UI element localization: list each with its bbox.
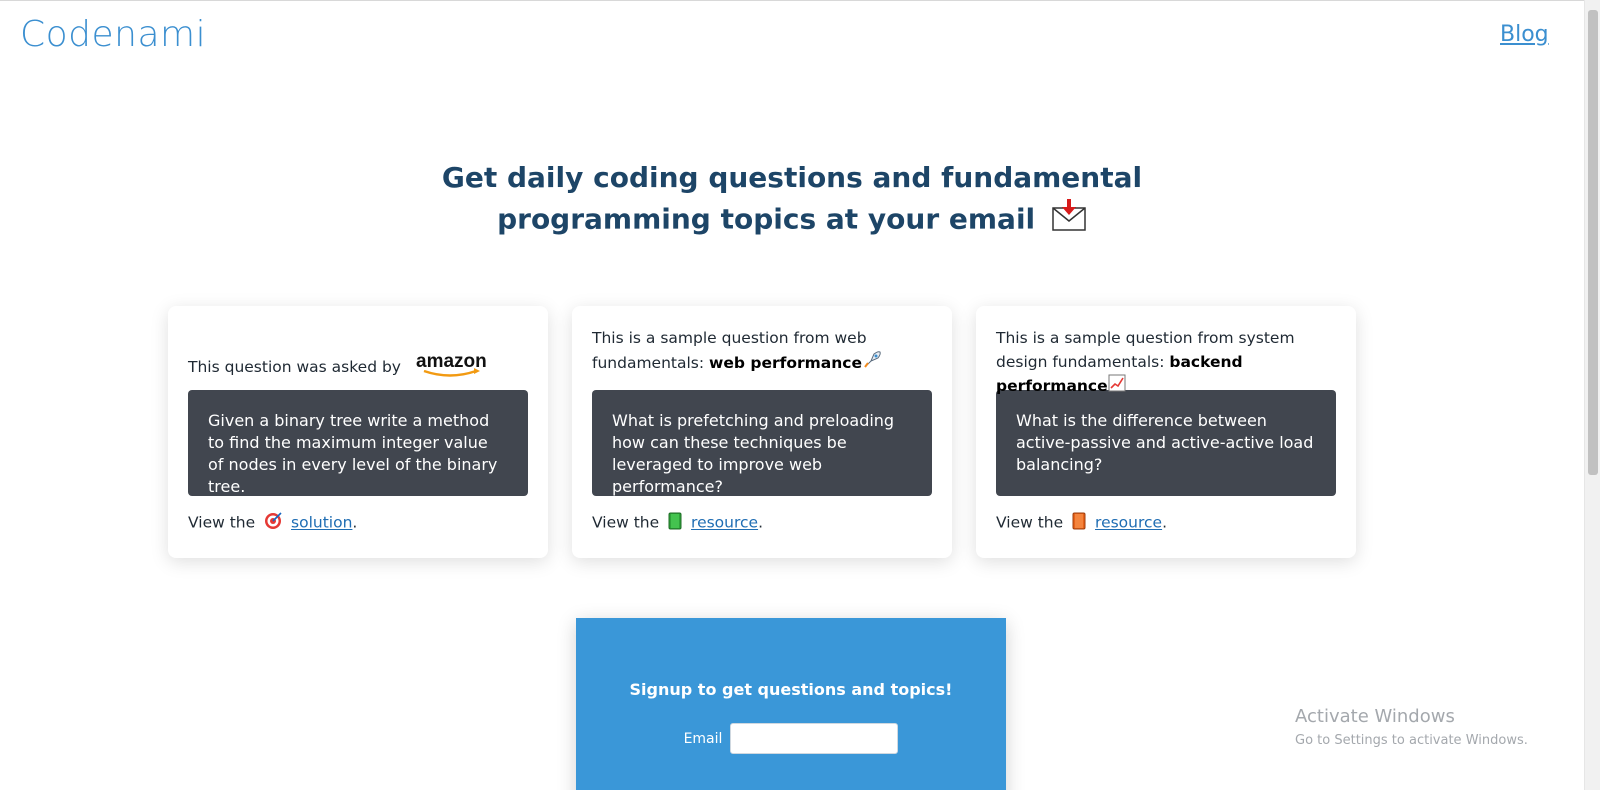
watermark-title: Activate Windows <box>1295 706 1455 727</box>
svg-text:amazon: amazon <box>416 351 487 372</box>
signup-title: Signup to get questions and topics! <box>629 680 953 699</box>
question-card-web-fundamentals: This is a sample question from web funda… <box>572 306 952 558</box>
topic-label: web performance <box>709 354 862 372</box>
hero-title-line-2: programming topics at your email <box>0 198 1584 243</box>
card-intro: This is a sample question from system de… <box>996 326 1336 395</box>
email-label: Email <box>683 730 723 747</box>
email-input[interactable] <box>730 723 899 754</box>
windows-activation-watermark: Activate Windows Go to Settings to activ… <box>1295 706 1528 748</box>
question-box: What is prefetching and preloading how c… <box>592 390 932 496</box>
view-prefix: View the <box>592 513 660 532</box>
card-intro-text: This is a sample question from system de… <box>996 329 1295 371</box>
watermark-subtitle: Go to Settings to activate Windows. <box>1295 733 1528 748</box>
rocket-icon <box>862 350 882 377</box>
card-intro-text: This question was asked by <box>188 358 401 376</box>
question-card-system-design: This is a sample question from system de… <box>976 306 1356 558</box>
view-resource-line: View the resource. <box>592 512 932 534</box>
solution-link[interactable]: solution <box>291 514 352 532</box>
scrollbar-thumb[interactable] <box>1588 10 1598 475</box>
hero-title-line-2-text: programming topics at your email <box>497 202 1036 236</box>
resource-link[interactable]: resource <box>1095 514 1162 532</box>
vertical-scrollbar[interactable] <box>1584 0 1600 790</box>
blog-link[interactable]: Blog <box>1500 22 1549 47</box>
question-box: What is the difference between active-pa… <box>996 390 1336 496</box>
question-card-amazon: This question was asked by amazon Given … <box>168 306 548 558</box>
green-book-icon <box>668 512 682 534</box>
hero-heading: Get daily coding questions and fundament… <box>0 158 1584 243</box>
hero-title-line-1: Get daily coding questions and fundament… <box>441 161 1143 194</box>
top-border <box>0 0 1584 1</box>
chart-increasing-icon <box>1108 374 1126 399</box>
brand-logo[interactable]: Codenami <box>20 14 206 55</box>
orange-book-icon <box>1072 512 1086 534</box>
view-resource-line: View the resource. <box>996 512 1336 534</box>
card-intro: This is a sample question from web funda… <box>592 326 932 382</box>
card-intro: This question was asked by amazon <box>188 326 528 382</box>
question-box: Given a binary tree write a method to fi… <box>188 390 528 496</box>
email-row: Email <box>576 723 1006 754</box>
view-solution-line: View the solution. <box>188 512 528 534</box>
view-prefix: View the <box>996 513 1064 532</box>
signup-panel: Signup to get questions and topics! Emai… <box>576 618 1006 790</box>
envelope-arrow-icon <box>1051 198 1087 243</box>
amazon-logo: amazon <box>414 350 494 385</box>
target-icon <box>264 512 282 534</box>
view-prefix: View the <box>188 513 256 532</box>
resource-link[interactable]: resource <box>691 514 758 532</box>
